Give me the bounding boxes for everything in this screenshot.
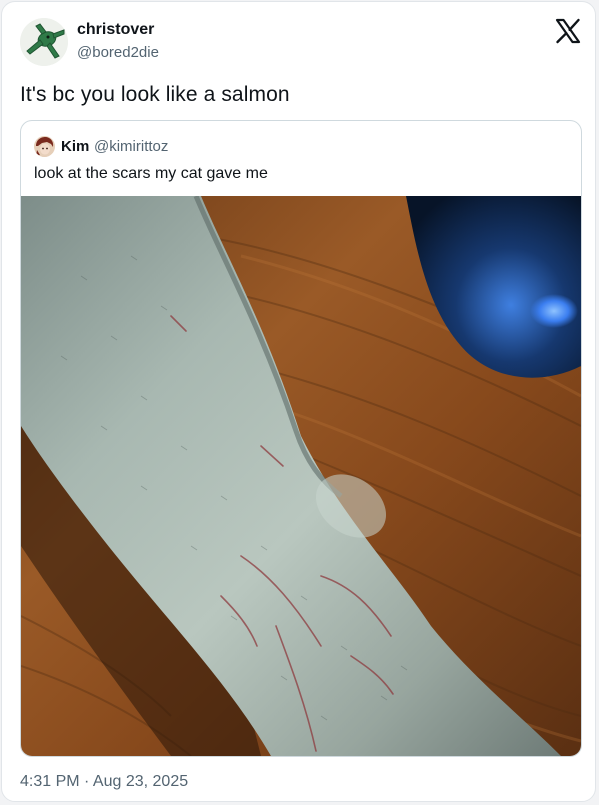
quoted-photo[interactable] — [21, 196, 581, 756]
author-handle[interactable]: @bored2die — [77, 44, 159, 62]
quoted-author-handle[interactable]: @kimirittoz — [94, 138, 168, 155]
quoted-tweet-text: look at the scars my cat gave me — [34, 165, 268, 182]
quoted-author-display-name[interactable]: Kim — [61, 138, 89, 155]
author-avatar[interactable] — [20, 18, 68, 66]
avatar-anime-character-icon — [34, 136, 55, 157]
avatar-green-plush-icon — [20, 18, 68, 66]
x-logo-icon[interactable] — [555, 18, 581, 44]
author-display-name[interactable]: christover — [77, 21, 154, 39]
quoted-author-avatar[interactable] — [34, 136, 55, 157]
tweet-timestamp[interactable]: 4:31 PM · Aug 23, 2025 — [20, 772, 188, 792]
tweet-card: christover @bored2die It's bc you look l… — [1, 1, 596, 802]
tweet-text: It's bc you look like a salmon — [20, 83, 290, 106]
quoted-tweet[interactable]: Kim @kimirittoz look at the scars my cat… — [20, 120, 582, 757]
